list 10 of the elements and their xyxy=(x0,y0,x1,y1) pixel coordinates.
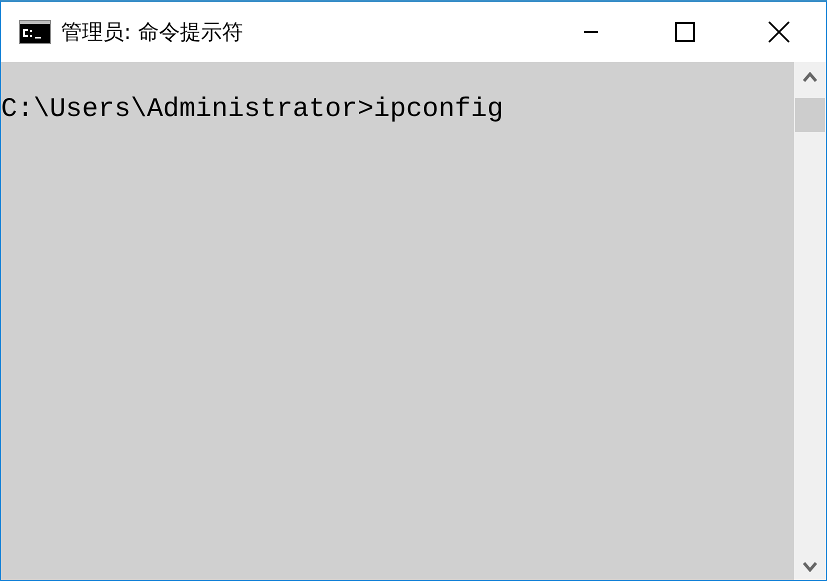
minimize-icon xyxy=(584,31,598,33)
console-line: C:\Users\Administrator>ipconfig xyxy=(1,94,504,126)
scrollbar[interactable] xyxy=(794,62,826,580)
scroll-up-icon[interactable] xyxy=(803,72,817,82)
window-title: 管理员: 命令提示符 xyxy=(61,19,243,46)
close-icon xyxy=(768,21,790,43)
maximize-icon xyxy=(675,22,695,42)
terminal-icon xyxy=(19,20,51,44)
scroll-down-icon[interactable] xyxy=(803,562,817,572)
scroll-thumb[interactable] xyxy=(795,98,825,132)
